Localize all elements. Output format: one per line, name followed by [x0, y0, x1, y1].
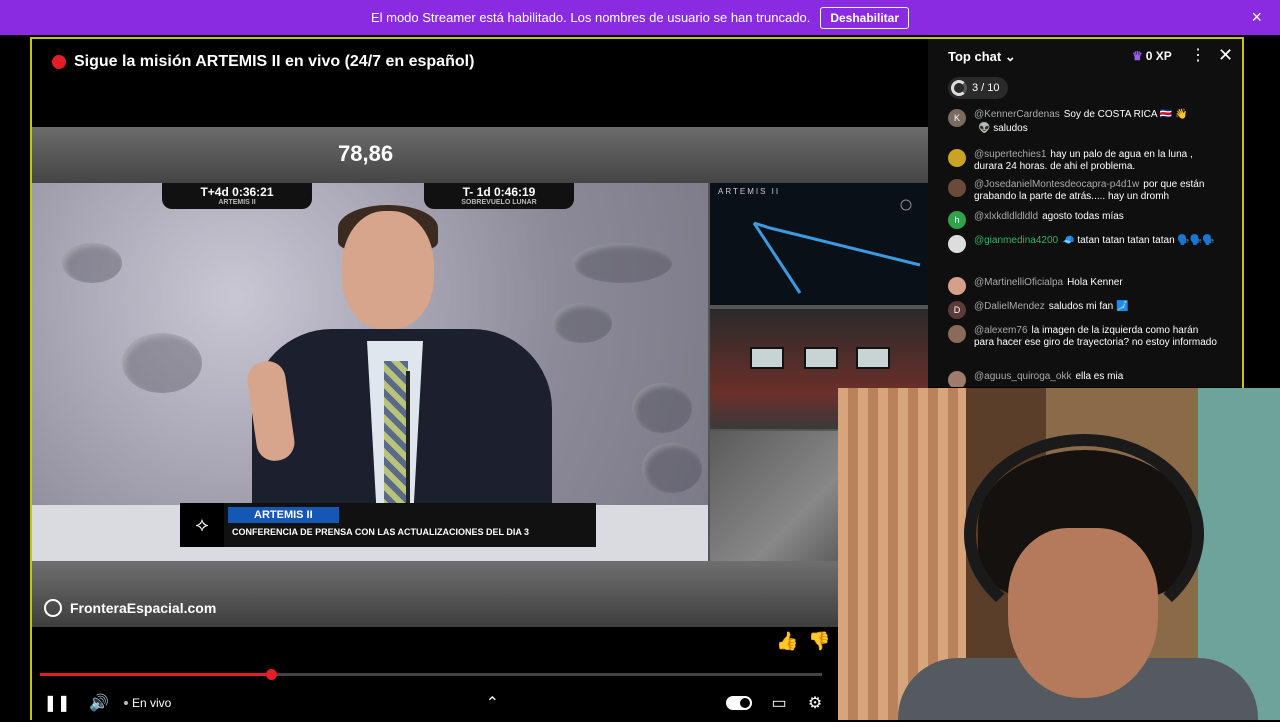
chat-message[interactable]: @aguus_quiroga_okk ella es mia: [948, 371, 1218, 387]
close-icon[interactable]: ×: [1251, 8, 1262, 26]
chat-text: 👽 saludos: [978, 123, 1028, 134]
avatar[interactable]: D: [948, 301, 966, 319]
live-dot-icon: [124, 701, 128, 705]
mission-clock: T+4d 0:36:21 ARTEMIS II: [162, 183, 312, 209]
lower-third-subtitle: CONFERENCIA DE PRENSA CON LAS ACTUALIZAC…: [232, 527, 530, 537]
live-label[interactable]: En vivo: [124, 696, 171, 710]
avatar[interactable]: [948, 149, 966, 167]
trajectory-map-icon: [752, 199, 921, 294]
avatar[interactable]: [948, 123, 966, 141]
top-chat-label: Top chat: [948, 49, 1002, 64]
distance-counter: 78,86: [338, 141, 394, 166]
video-frame[interactable]: 78,86 T+4d 0:36:21 ARTEMIS II T- 1d 0:46…: [32, 127, 928, 627]
chat-message[interactable]: D @DalielMendez saludos mi fan 🗾: [948, 301, 1218, 319]
banner-message: El modo Streamer está habilitado. Los no…: [370, 10, 811, 25]
player-controls: 👍 👎 ❚❚ 🔊 En vivo ⌃ ▭ ⚙: [32, 627, 838, 722]
disable-streamer-mode-button[interactable]: Deshabilitar: [820, 6, 910, 29]
thumbs-down-icon[interactable]: 👎: [808, 631, 830, 652]
nasa-logo-icon: ⟡: [180, 503, 224, 547]
flyby-countdown-time: T- 1d 0:46:19: [462, 185, 536, 199]
thumbs-up-icon[interactable]: 👍: [776, 631, 798, 652]
chat-author[interactable]: @JosedanielMontesdeocapra-p4d1w: [974, 179, 1139, 190]
streamer-mode-banner: El modo Streamer está habilitado. Los no…: [0, 0, 1280, 35]
chat-goal[interactable]: 3 / 10: [948, 77, 1008, 99]
chevron-down-icon: ⌄: [1004, 49, 1016, 64]
chat-message[interactable]: h @xlxkdldldldld agosto todas mías: [948, 211, 1218, 229]
webcam-overlay: [838, 388, 1280, 720]
more-options-icon[interactable]: ⋮: [1190, 45, 1206, 65]
lunar-surface-bottom: [32, 561, 928, 627]
avatar[interactable]: [948, 277, 966, 295]
chat-author[interactable]: @gianmedina4200: [974, 235, 1058, 246]
chat-message[interactable]: 👽 saludos: [948, 123, 1218, 141]
chat-message[interactable]: @gianmedina4200 🧢 tatan tatan tatan tatan…: [948, 235, 1218, 253]
chat-text: Soy de COSTA RICA 🇨🇷 👋: [1063, 109, 1188, 120]
flyby-countdown: T- 1d 0:46:19 SOBREVUELO LUNAR: [424, 183, 574, 209]
chat-text: 🧢 tatan tatan tatan tatan 🗣️🗣️🗣️: [1062, 235, 1215, 246]
trajectory-feed: ARTEMIS II: [710, 183, 928, 305]
chat-text: Hola Kenner: [1067, 277, 1123, 288]
channel-watermark: FronteraEspacial.com: [44, 599, 216, 617]
globe-icon: [44, 599, 62, 617]
chat-author[interactable]: @xlxkdldldldld: [974, 211, 1038, 222]
press-conference-feed: T+4d 0:36:21 ARTEMIS II T- 1d 0:46:19 SO…: [32, 183, 708, 569]
avatar[interactable]: [948, 325, 966, 343]
live-label-text: En vivo: [132, 696, 172, 710]
chat-text: agosto todas mías: [1042, 211, 1124, 222]
avatar[interactable]: [948, 179, 966, 197]
chat-message[interactable]: @alexem76 la imagen de la izquierda como …: [948, 325, 1218, 349]
chat-text: ella es mia: [1075, 371, 1124, 382]
chat-text: saludos mi fan 🗾: [1048, 301, 1129, 312]
volume-icon[interactable]: 🔊: [88, 692, 110, 714]
chat-message[interactable]: @JosedanielMontesdeocapra-p4d1w por que e…: [948, 179, 1218, 203]
progress-knob[interactable]: [265, 669, 277, 680]
flyby-countdown-caption: SOBREVUELO LUNAR: [461, 199, 537, 206]
close-chat-icon[interactable]: ✕: [1218, 45, 1233, 66]
goal-progress: 3 / 10: [972, 82, 1000, 94]
xp-value: 0 XP: [1145, 49, 1172, 63]
chat-author[interactable]: @DalielMendez: [974, 301, 1045, 312]
avatar[interactable]: [948, 371, 966, 387]
chat-author[interactable]: @supertechies1: [974, 149, 1046, 160]
avatar[interactable]: [948, 235, 966, 253]
video-title[interactable]: Sigue la misión ARTEMIS II en vivo (24/7…: [74, 53, 474, 71]
live-indicator-icon: [52, 55, 66, 69]
live-chat: Top chat ⌄ ♛ 0 XP ⋮ ✕ 3 / 10 K @KennerCar…: [928, 39, 1242, 387]
chat-author[interactable]: @alexem76: [974, 325, 1028, 336]
avatar[interactable]: h: [948, 211, 966, 229]
mission-clock-caption: ARTEMIS II: [218, 199, 256, 206]
lower-third: ⟡ ARTEMIS II CONFERENCIA DE PRENSA CON L…: [180, 503, 596, 547]
progress-fill: [40, 673, 271, 676]
chevron-up-icon[interactable]: ⌃: [481, 692, 503, 714]
headset-icon: [964, 434, 1204, 634]
top-chat-dropdown[interactable]: Top chat ⌄: [948, 49, 1016, 65]
chat-message-list[interactable]: K @KennerCardenas Soy de COSTA RICA 🇨🇷 👋 👽 …: [928, 105, 1242, 387]
chat-author[interactable]: @MartinelliOficialpa: [974, 277, 1063, 288]
watermark-text: FronteraEspacial.com: [70, 600, 217, 616]
autoplay-toggle[interactable]: [726, 696, 752, 710]
captions-icon[interactable]: ▭: [768, 692, 790, 714]
chat-message[interactable]: @MartinelliOficialpa Hola Kenner: [948, 277, 1218, 295]
gear-icon[interactable]: ⚙: [804, 692, 826, 714]
progress-bar[interactable]: [40, 669, 822, 680]
chat-author[interactable]: @aguus_quiroga_okk: [974, 371, 1071, 382]
goal-ring-icon: [951, 80, 967, 96]
lower-third-tag: ARTEMIS II: [228, 507, 339, 523]
crown-icon: ♛: [1132, 49, 1143, 63]
chat-header: Top chat ⌄ ♛ 0 XP ⋮ ✕ 3 / 10: [928, 39, 1242, 105]
chat-author[interactable]: @KennerCardenas: [974, 109, 1060, 120]
lunar-surface-top: [32, 127, 928, 183]
video-title-row: Sigue la misión ARTEMIS II en vivo (24/7…: [52, 53, 474, 71]
mission-clock-time: T+4d 0:36:21: [200, 185, 274, 199]
xp-badge[interactable]: ♛ 0 XP: [1132, 49, 1172, 63]
pause-icon[interactable]: ❚❚: [44, 692, 71, 714]
chat-message[interactable]: @supertechies1 hay un palo de agua en la …: [948, 149, 1218, 173]
